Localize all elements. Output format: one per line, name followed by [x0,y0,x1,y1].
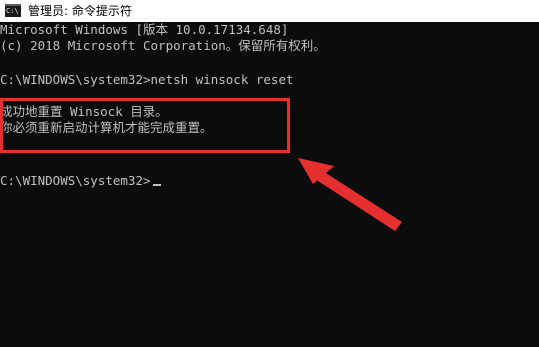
arrow-shaft [312,168,402,231]
cmd-window: C:\ 管理员: 命令提示符 Microsoft Windows [版本 10.… [0,0,539,347]
red-arrow-icon [298,158,402,231]
